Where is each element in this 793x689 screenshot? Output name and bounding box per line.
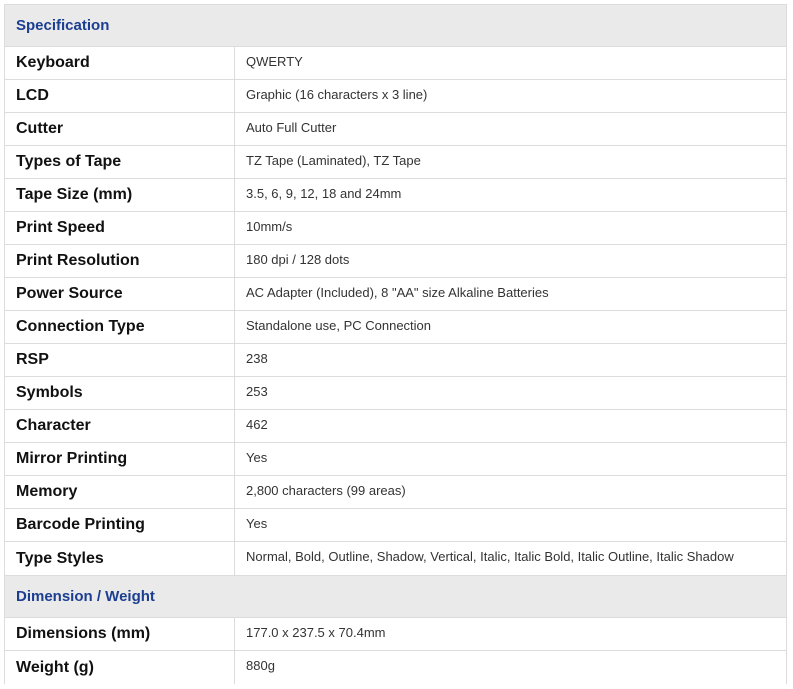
spec-table: Keyboard QWERTY LCD Graphic (16 characters… [4,47,787,575]
row-value: Auto Full Cutter [246,120,337,135]
row-label: Dimensions (mm) [5,618,235,650]
section-title: Dimension / Weight [4,575,787,618]
table-row: Connection Type Standalone use, PC Connec… [4,311,787,344]
row-value: Standalone use, PC Connection [246,318,432,333]
row-label: LCD [5,80,235,112]
row-value: QWERTY [246,54,303,69]
spec-table: Dimensions (mm) 177.0 x 237.5 x 70.4mm We… [4,618,787,684]
row-value: Graphic (16 characters x 3 line) [246,87,428,102]
table-row: Symbols 253 [4,377,787,410]
row-label: Tape Size (mm) [5,179,235,211]
table-row: Print Speed 10mm/s [4,212,787,245]
row-value: AC Adapter (Included), 8 "AA" size Alkal… [246,285,549,300]
table-row: Type Styles Normal, Bold, Outline, Shadow… [4,542,787,575]
table-row: Barcode Printing Yes [4,509,787,542]
table-row: Mirror Printing Yes [4,443,787,476]
row-value: 880g [246,658,275,673]
row-label: Print Speed [5,212,235,244]
row-label: Memory [5,476,235,508]
table-row: Tape Size (mm) 3.5, 6, 9, 12, 18 and 24mm [4,179,787,212]
row-value: 2,800 characters (99 areas) [246,483,406,498]
table-row: Types of Tape TZ Tape (Laminated), TZ Tap… [4,146,787,179]
row-label: Symbols [5,377,235,409]
row-label: Character [5,410,235,442]
row-value: 238 [246,351,268,366]
spec-sheet: Specification Keyboard QWERTY LCD Graphic … [4,4,787,684]
row-label: Cutter [5,113,235,145]
table-row: Power Source AC Adapter (Included), 8 "AA… [4,278,787,311]
section-title: Specification [4,4,787,47]
row-value: 462 [246,417,268,432]
row-label: Type Styles [5,542,235,575]
row-value: TZ Tape (Laminated), TZ Tape [246,153,421,168]
row-value: 3.5, 6, 9, 12, 18 and 24mm [246,186,402,201]
row-label: Print Resolution [5,245,235,277]
table-row: Weight (g) 880g [4,651,787,684]
row-value: 177.0 x 237.5 x 70.4mm [246,625,386,640]
row-value: 10mm/s [246,219,293,234]
row-label: RSP [5,344,235,376]
table-row: RSP 238 [4,344,787,377]
row-label: Weight (g) [5,651,235,684]
row-value: Yes [246,450,268,465]
section-specification: Specification Keyboard QWERTY LCD Graphic … [4,4,787,575]
table-row: Memory 2,800 characters (99 areas) [4,476,787,509]
table-row: Cutter Auto Full Cutter [4,113,787,146]
row-value: Yes [246,516,268,531]
section-dimension-weight: Dimension / Weight Dimensions (mm) 177.0 … [4,575,787,684]
table-row: LCD Graphic (16 characters x 3 line) [4,80,787,113]
row-label: Mirror Printing [5,443,235,475]
table-row: Dimensions (mm) 177.0 x 237.5 x 70.4mm [4,618,787,651]
table-row: Keyboard QWERTY [4,47,787,80]
table-row: Character 462 [4,410,787,443]
row-label: Keyboard [5,47,235,79]
row-label: Types of Tape [5,146,235,178]
row-label: Connection Type [5,311,235,343]
table-row: Print Resolution 180 dpi / 128 dots [4,245,787,278]
row-value: 253 [246,384,268,399]
row-value: 180 dpi / 128 dots [246,252,350,267]
row-label: Power Source [5,278,235,310]
row-label: Barcode Printing [5,509,235,541]
row-value: Normal, Bold, Outline, Shadow, Vertical,… [246,549,734,564]
